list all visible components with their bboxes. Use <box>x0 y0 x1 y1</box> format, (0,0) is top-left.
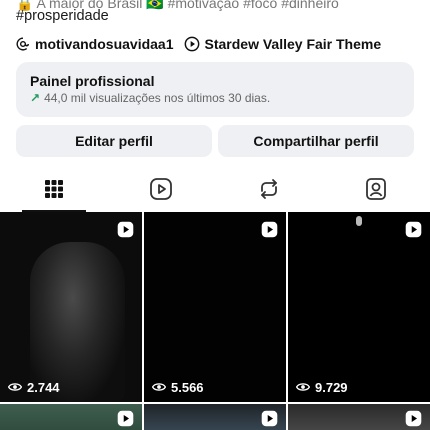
eye-icon <box>151 380 167 395</box>
eye-icon <box>295 380 311 395</box>
view-count-value: 5.566 <box>171 380 204 395</box>
reel-tile[interactable]: 9.729 <box>288 212 430 402</box>
professional-panel-title: Painel profissional <box>30 73 155 89</box>
view-count: 5.566 <box>151 380 204 395</box>
reel-tile[interactable] <box>288 404 430 430</box>
view-count: 2.744 <box>7 380 60 395</box>
tagged-person-icon <box>364 177 388 206</box>
share-profile-button[interactable]: Compartilhar perfil <box>218 125 414 157</box>
reel-icon <box>405 221 422 243</box>
reels-grid: 2.744 5.566 9.729 <box>0 212 430 430</box>
reel-icon <box>261 410 278 430</box>
reel-tile[interactable] <box>144 404 286 430</box>
music-link[interactable]: Stardew Valley Fair Theme <box>184 36 382 52</box>
reel-tile[interactable] <box>0 404 142 430</box>
bio-hashtag[interactable]: #prosperidade <box>16 7 109 25</box>
tab-reels[interactable] <box>108 170 216 212</box>
tab-grid[interactable] <box>0 170 108 212</box>
threads-handle: motivandosuavidaa1 <box>35 36 174 52</box>
trend-up-icon: ↗ <box>30 91 41 105</box>
threads-link[interactable]: motivandosuavidaa1 <box>16 36 174 52</box>
reel-icon <box>405 410 422 430</box>
tab-reposts[interactable] <box>215 170 323 212</box>
reel-icon <box>117 221 134 243</box>
repost-icon <box>257 177 281 206</box>
thumbnail-spark <box>356 216 362 226</box>
edit-profile-button[interactable]: Editar perfil <box>16 125 212 157</box>
reel-icon <box>261 221 278 243</box>
profile-tabs <box>0 170 430 212</box>
professional-panel-stats-text: 44,0 mil visualizações nos últimos 30 di… <box>44 91 271 105</box>
eye-icon <box>7 380 23 395</box>
view-count: 9.729 <box>295 380 348 395</box>
music-title: Stardew Valley Fair Theme <box>204 36 382 52</box>
play-circle-icon <box>184 36 200 52</box>
professional-panel-stats: ↗ 44,0 mil visualizações nos últimos 30 … <box>30 90 400 106</box>
view-count-value: 2.744 <box>27 380 60 395</box>
view-count-value: 9.729 <box>315 380 348 395</box>
reel-tile[interactable]: 5.566 <box>144 212 286 402</box>
thumbnail-person <box>30 242 125 402</box>
threads-icon <box>16 37 30 51</box>
reels-icon <box>149 177 173 206</box>
reel-tile[interactable]: 2.744 <box>0 212 142 402</box>
reel-icon <box>117 410 134 430</box>
tab-tagged[interactable] <box>323 170 430 212</box>
professional-panel[interactable]: Painel profissional ↗ 44,0 mil visualiza… <box>16 62 414 117</box>
grid-icon <box>44 179 64 204</box>
profile-links: motivandosuavidaa1 Stardew Valley Fair T… <box>16 34 381 54</box>
